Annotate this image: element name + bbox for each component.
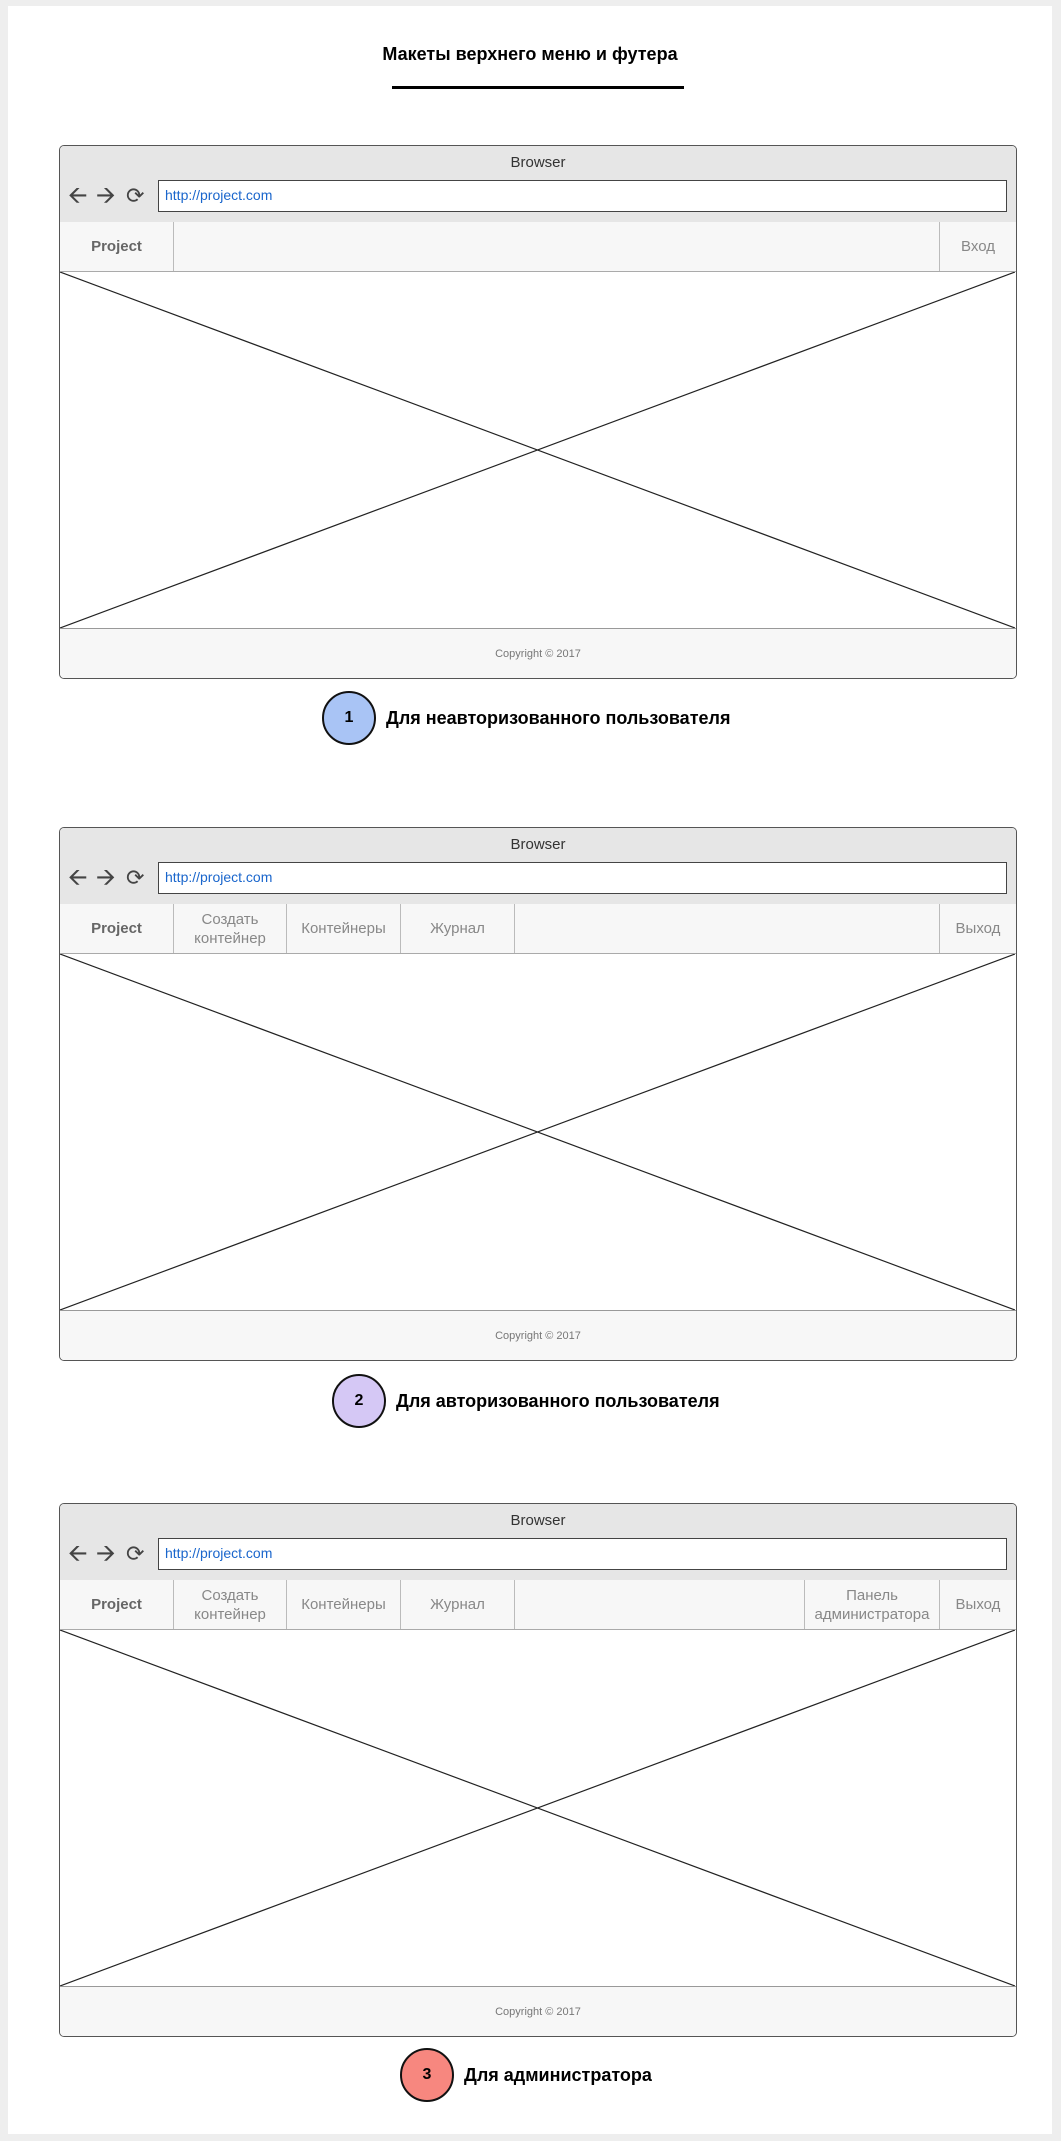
browser-title: Browser — [510, 836, 566, 853]
browser-chrome: Browser 🡨 🡪 ⟳ http://project.com — [60, 1504, 1016, 1581]
content-placeholder — [60, 954, 1016, 1310]
placeholder-cross — [60, 954, 1015, 1310]
menu-containers[interactable]: Контейнеры — [287, 1580, 401, 1629]
reload-icon[interactable]: ⟳ — [126, 184, 144, 208]
caption-text-1: Для неавторизованного пользователя — [386, 707, 731, 728]
badge-1: 1 — [322, 691, 376, 745]
reload-icon[interactable]: ⟳ — [126, 1542, 144, 1566]
title-underline — [392, 86, 684, 89]
arrow-left-icon[interactable]: 🡨 — [68, 866, 88, 890]
content-placeholder — [60, 272, 1016, 628]
menu-journal[interactable]: Журнал — [401, 1580, 515, 1629]
menu-containers[interactable]: Контейнеры — [287, 904, 401, 953]
badge-3: 3 — [400, 2048, 454, 2102]
url-bar[interactable]: http://project.com — [158, 862, 1007, 894]
caption-2: 2 Для авторизованного пользователя — [332, 1374, 720, 1428]
arrow-left-icon[interactable]: 🡨 — [68, 184, 88, 208]
menu-logout[interactable]: Выход — [939, 904, 1016, 953]
menu-logout[interactable]: Выход — [939, 1580, 1016, 1629]
menu-brand[interactable]: Project — [60, 1580, 174, 1629]
top-menu: Project Создать контейнер Контейнеры Жур… — [60, 904, 1016, 954]
diagram-page: Макеты верхнего меню и футера Browser 🡨 … — [8, 6, 1052, 2134]
menu-brand[interactable]: Project — [60, 222, 174, 271]
menu-create-container[interactable]: Создать контейнер — [174, 904, 287, 953]
content-placeholder — [60, 1630, 1016, 1986]
arrow-right-icon[interactable]: 🡪 — [96, 1542, 116, 1566]
arrow-right-icon[interactable]: 🡪 — [96, 866, 116, 890]
browser-title: Browser — [510, 154, 566, 171]
placeholder-cross — [60, 1630, 1015, 1986]
browser-mockup-3: Browser 🡨 🡪 ⟳ http://project.com Project… — [59, 1503, 1017, 2037]
caption-text-2: Для авторизованного пользователя — [396, 1390, 720, 1411]
browser-title: Browser — [510, 1512, 566, 1529]
browser-mockup-2: Browser 🡨 🡪 ⟳ http://project.com Project… — [59, 827, 1017, 1361]
menu-admin-panel[interactable]: Панель администратора — [804, 1580, 939, 1629]
browser-chrome: Browser 🡨 🡪 ⟳ http://project.com — [60, 828, 1016, 905]
badge-2: 2 — [332, 1374, 386, 1428]
url-bar[interactable]: http://project.com — [158, 180, 1007, 212]
reload-icon[interactable]: ⟳ — [126, 866, 144, 890]
caption-text-3: Для администратора — [464, 2064, 652, 2085]
caption-1: 1 Для неавторизованного пользователя — [322, 691, 730, 745]
browser-mockup-1: Browser 🡨 🡪 ⟳ http://project.com Project… — [59, 145, 1017, 679]
browser-chrome: Browser 🡨 🡪 ⟳ http://project.com — [60, 146, 1016, 223]
placeholder-cross — [60, 272, 1015, 628]
top-menu: Project Вход — [60, 222, 1016, 272]
caption-3: 3 Для администратора — [400, 2048, 652, 2102]
menu-create-container[interactable]: Создать контейнер — [174, 1580, 287, 1629]
menu-login[interactable]: Вход — [939, 222, 1016, 271]
footer: Copyright © 2017 — [60, 1310, 1016, 1360]
url-bar[interactable]: http://project.com — [158, 1538, 1007, 1570]
arrow-left-icon[interactable]: 🡨 — [68, 1542, 88, 1566]
menu-brand[interactable]: Project — [60, 904, 174, 953]
menu-journal[interactable]: Журнал — [401, 904, 515, 953]
page-title: Макеты верхнего меню и футера — [382, 44, 678, 64]
arrow-right-icon[interactable]: 🡪 — [96, 184, 116, 208]
top-menu: Project Создать контейнер Контейнеры Жур… — [60, 1580, 1016, 1630]
footer: Copyright © 2017 — [60, 1986, 1016, 2036]
footer: Copyright © 2017 — [60, 628, 1016, 678]
